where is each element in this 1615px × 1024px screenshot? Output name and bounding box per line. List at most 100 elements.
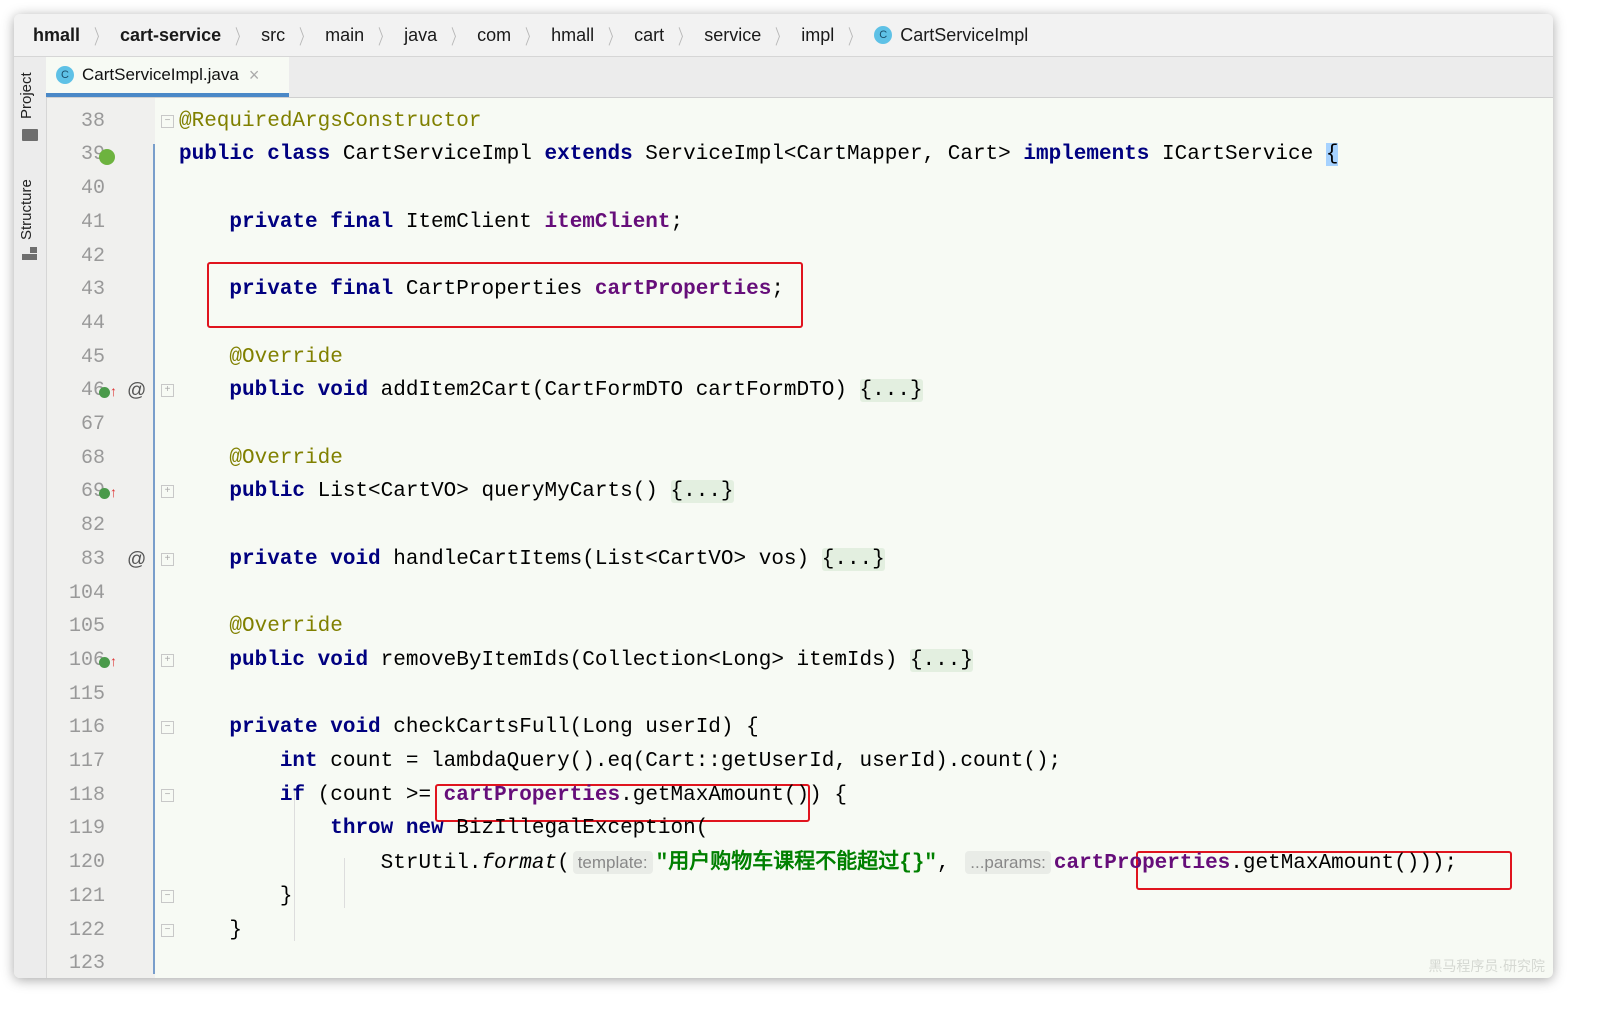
- breadcrumb-label: cart-service: [120, 24, 222, 45]
- expand-fold-icon[interactable]: +: [161, 384, 174, 398]
- breadcrumb-item[interactable]: com: [477, 25, 511, 46]
- code-line: 115: [47, 678, 1553, 712]
- code-text: public void addItem2Cart(CartFormDTO car…: [179, 374, 923, 408]
- code-text: }: [179, 914, 242, 948]
- close-icon[interactable]: ×: [249, 65, 260, 86]
- line-number: 45: [80, 345, 105, 369]
- line-number: 42: [80, 244, 105, 268]
- collapse-fold-icon[interactable]: −: [161, 721, 174, 735]
- breadcrumb-item[interactable]: hmall: [33, 25, 80, 46]
- breadcrumb-item[interactable]: impl: [801, 25, 834, 46]
- annotation-usage-icon[interactable]: @: [127, 543, 146, 577]
- string-literal: "用户购物车课程不能超过{}": [655, 852, 938, 876]
- folded-code-block[interactable]: {...}: [859, 379, 923, 403]
- chevron-right-icon: 〉: [608, 26, 621, 49]
- chevron-right-icon: 〉: [678, 26, 691, 49]
- code-line: 105 @Override: [47, 610, 1553, 644]
- expand-fold-icon[interactable]: +: [161, 552, 174, 566]
- annotation-usage-icon[interactable]: @: [127, 374, 146, 408]
- code-line: 118 − if (count >= cartProperties.getMaxA…: [47, 779, 1553, 813]
- folded-code-block[interactable]: {...}: [670, 480, 734, 504]
- code-line: 39 public class CartServiceImpl extends S…: [47, 138, 1553, 172]
- code-line: 42: [47, 240, 1553, 274]
- line-number: 118: [68, 783, 105, 807]
- keyword: extends: [544, 143, 633, 167]
- keyword: public class: [179, 143, 331, 167]
- code-text: @Override: [179, 610, 342, 644]
- line-number: 122: [68, 918, 105, 942]
- code-token: CartProperties: [393, 278, 595, 302]
- code-token: ;: [670, 210, 684, 234]
- code-token: ,: [937, 852, 963, 876]
- folder-icon: [22, 129, 38, 141]
- collapse-fold-icon[interactable]: −: [161, 889, 174, 903]
- keyword: private final: [229, 210, 394, 234]
- annotation: @Service: [179, 98, 280, 99]
- code-token: count = lambdaQuery().eq(Cart::getUserId…: [317, 750, 1062, 773]
- annotation: @Override: [229, 446, 343, 470]
- code-token: (: [557, 852, 570, 876]
- breadcrumb-item[interactable]: service: [704, 25, 761, 46]
- code-line: 44: [47, 307, 1553, 341]
- breadcrumb-item[interactable]: hmall: [551, 25, 594, 46]
- keyword: private final: [229, 278, 394, 302]
- collapse-fold-icon[interactable]: −: [161, 923, 174, 937]
- keyword: if: [279, 783, 306, 807]
- implements-method-icon[interactable]: ↑: [99, 475, 117, 509]
- chevron-right-icon: 〉: [775, 26, 788, 49]
- expand-fold-icon[interactable]: +: [161, 653, 174, 667]
- code-text: int count = lambdaQuery().eq(Cart::getUs…: [179, 745, 1061, 779]
- implements-method-icon[interactable]: ↑: [99, 644, 117, 678]
- watermark: 黑马程序员·研究院: [1428, 958, 1545, 974]
- code-line: 104: [47, 577, 1553, 611]
- breadcrumb-label: service: [704, 24, 762, 45]
- code-text: public class CartServiceImpl extends Ser…: [179, 138, 1339, 172]
- breadcrumb-label: src: [261, 24, 286, 45]
- breadcrumb-item[interactable]: main: [325, 25, 364, 46]
- spring-bean-class-icon[interactable]: [99, 138, 115, 172]
- parameter-hint: template:: [572, 851, 653, 875]
- folded-code-block[interactable]: {...}: [909, 648, 973, 672]
- annotation: @RequiredArgsConstructor: [179, 109, 482, 133]
- line-number: 115: [68, 682, 105, 706]
- breadcrumb-label: CartServiceImpl: [900, 24, 1029, 45]
- annotation: @Override: [229, 345, 343, 369]
- expand-fold-icon[interactable]: +: [161, 485, 174, 499]
- project-tool-button[interactable]: Project: [18, 72, 35, 119]
- static-method: format: [481, 852, 558, 876]
- code-line: 83 @ + private void handleCartItems(List<C…: [47, 543, 1553, 577]
- code-line: 82: [47, 509, 1553, 543]
- breadcrumb-item[interactable]: cart: [634, 25, 664, 46]
- keyword: public void: [229, 648, 369, 672]
- keyword: int: [279, 750, 318, 773]
- line-number: 83: [80, 547, 105, 571]
- breadcrumb-item[interactable]: C CartServiceImpl: [874, 25, 1028, 46]
- breadcrumb-item[interactable]: src: [261, 25, 285, 46]
- code-text: private void handleCartItems(List<CartVO…: [179, 543, 885, 577]
- chevron-right-icon: 〉: [299, 26, 312, 49]
- code-editor[interactable]: 37@Service38−@RequiredArgsConstructor39p…: [47, 98, 1553, 978]
- collapse-fold-icon[interactable]: −: [161, 788, 174, 802]
- field-reference: cartProperties: [594, 278, 772, 302]
- collapse-fold-icon[interactable]: −: [161, 114, 174, 128]
- implements-method-icon[interactable]: ↑: [99, 374, 117, 408]
- field-reference: cartProperties: [1053, 852, 1231, 876]
- code-token: (count >=: [305, 783, 444, 807]
- tab-label: CartServiceImpl.java: [82, 65, 239, 84]
- breadcrumb-label: hmall: [551, 24, 595, 45]
- breadcrumb-label: impl: [801, 24, 835, 45]
- breadcrumb-item[interactable]: java: [404, 25, 437, 46]
- structure-tool-button[interactable]: Structure: [18, 179, 35, 240]
- code-token: ;: [771, 278, 784, 302]
- code-line: 69 ↑ + public List<CartVO> queryMyCarts() …: [47, 475, 1553, 509]
- breadcrumb-item[interactable]: cart-service: [120, 25, 221, 46]
- tab-cartserviceimpl[interactable]: C CartServiceImpl.java ×: [46, 57, 289, 97]
- folded-code-block[interactable]: {...}: [821, 547, 885, 571]
- code-text: @Override: [179, 341, 343, 375]
- code-line: 119 throw new BizIllegalException(: [47, 812, 1553, 846]
